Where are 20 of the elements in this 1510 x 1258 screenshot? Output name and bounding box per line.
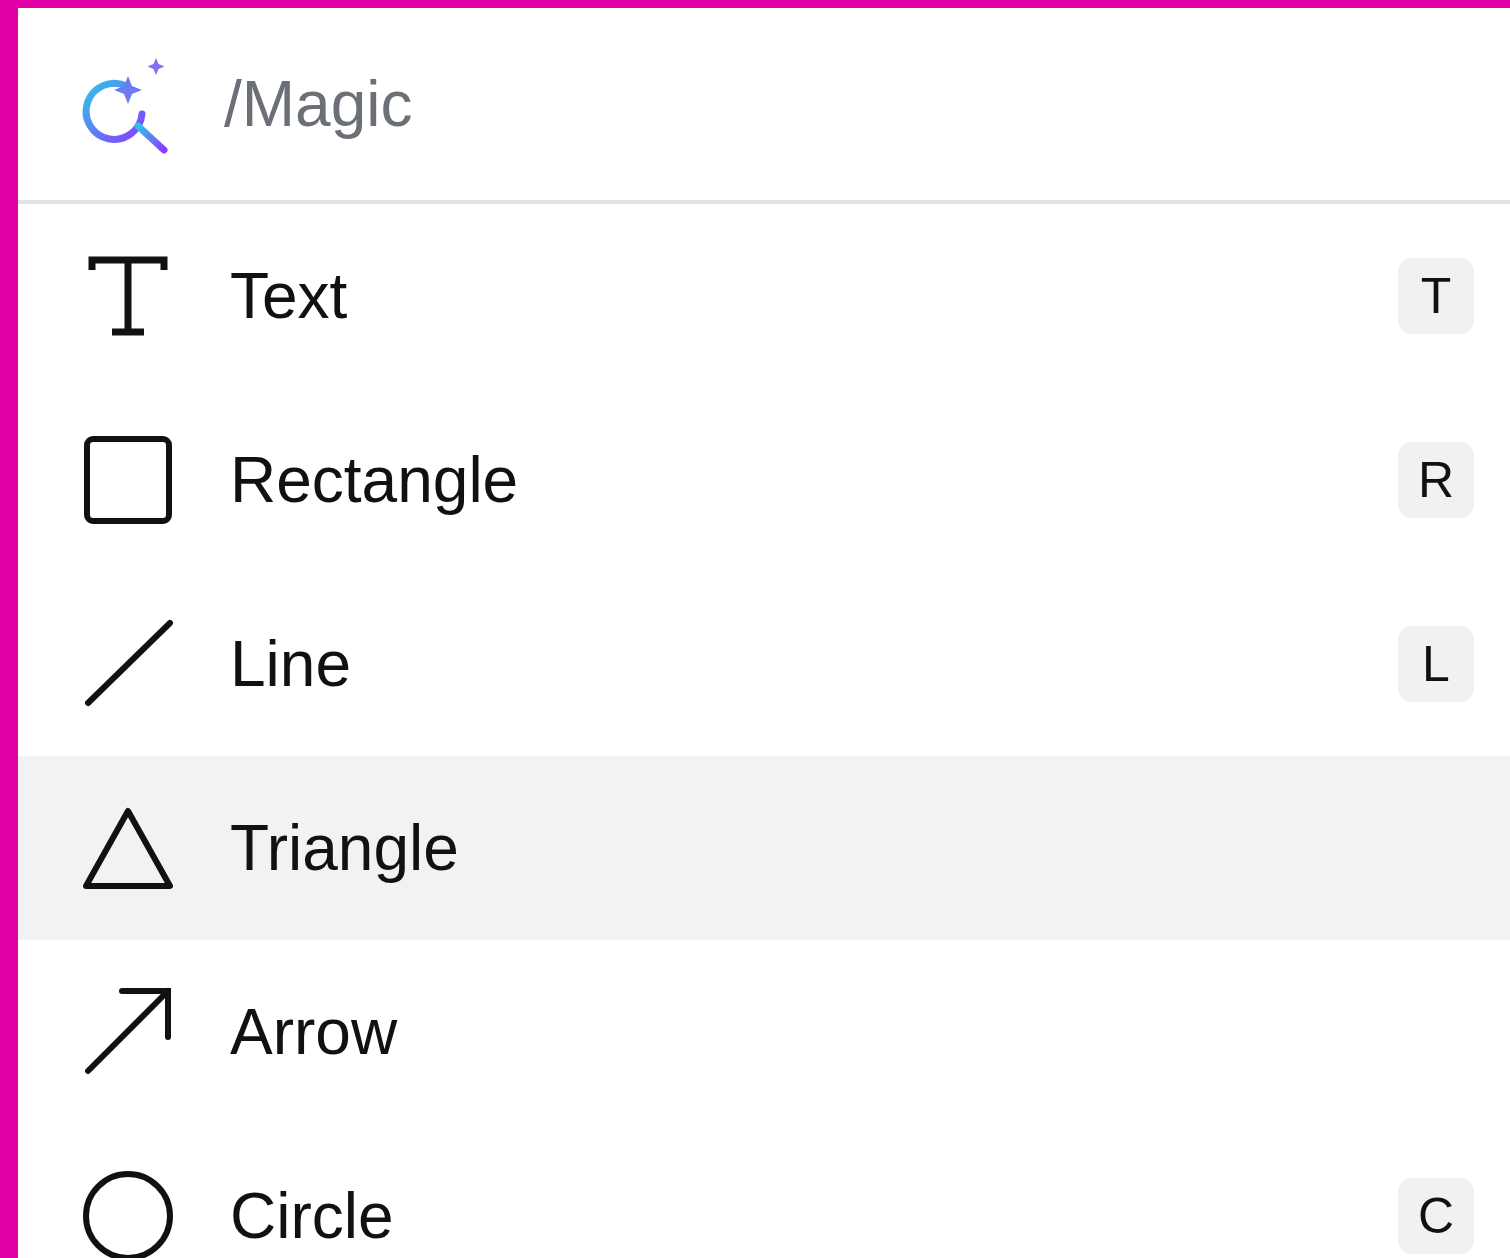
shortcut-key: R xyxy=(1398,442,1474,518)
line-icon xyxy=(82,619,174,709)
shortcut-key: T xyxy=(1398,258,1474,334)
item-label: Circle xyxy=(230,1179,395,1253)
square-icon xyxy=(82,435,174,525)
shortcut-key: C xyxy=(1398,1178,1474,1254)
item-label: Arrow xyxy=(230,995,399,1069)
triangle-icon xyxy=(82,806,174,890)
menu-item[interactable]: Triangle xyxy=(18,756,1510,940)
shortcut-key: L xyxy=(1398,626,1474,702)
menu-item[interactable]: Line L xyxy=(18,572,1510,756)
arrow-icon xyxy=(82,987,174,1077)
menu-item[interactable]: Text T xyxy=(18,204,1510,388)
menu-item[interactable]: Rectangle R xyxy=(18,388,1510,572)
item-label: Rectangle xyxy=(230,443,520,517)
item-label: Line xyxy=(230,627,352,701)
item-label: Triangle xyxy=(230,811,460,885)
item-label: Text xyxy=(230,259,349,333)
menu-item[interactable]: Arrow xyxy=(18,940,1510,1124)
menu-item[interactable]: Circle C xyxy=(18,1124,1510,1258)
